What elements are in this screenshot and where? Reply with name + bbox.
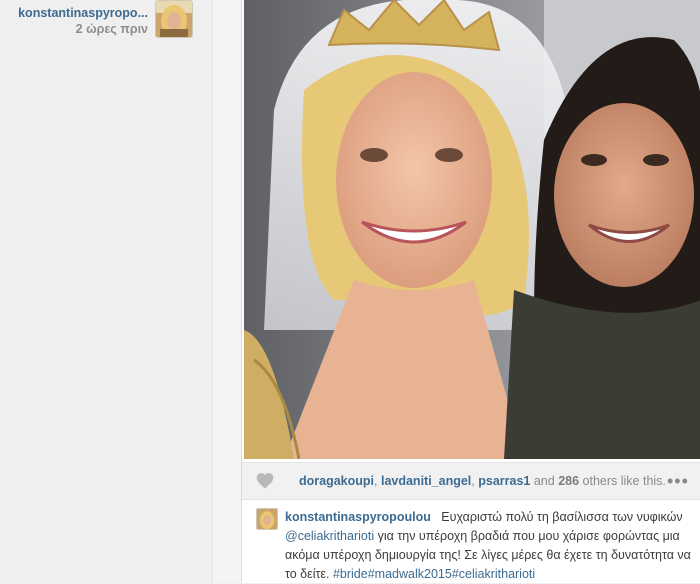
caption-avatar[interactable]: [256, 508, 278, 530]
likes-bar: doragakoupi, lavdaniti_angel, psarras1 a…: [242, 462, 700, 500]
liker-link[interactable]: lavdaniti_angel: [381, 474, 471, 488]
caption-username-link[interactable]: konstantinaspyropoulou: [285, 510, 431, 524]
left-column: konstantinaspyropo... 2 ώρες πριν: [0, 0, 212, 583]
liker-link[interactable]: doragakoupi: [299, 474, 374, 488]
likers-list: doragakoupi, lavdaniti_angel, psarras1 a…: [299, 474, 666, 488]
caption-hashtags[interactable]: #bride#madwalk2015#celiakritharioti: [333, 567, 535, 581]
author-username-link[interactable]: konstantinaspyropo...: [2, 6, 148, 20]
likes-suffix: others like this.: [582, 474, 666, 488]
caption: konstantinaspyropoulou Ευχαριστώ πολύ τη…: [242, 504, 700, 583]
like-count[interactable]: 286: [558, 474, 579, 488]
post-photo[interactable]: [244, 0, 700, 459]
feed-gutter: [212, 0, 241, 583]
caption-text: konstantinaspyropoulou Ευχαριστώ πολύ τη…: [285, 508, 695, 584]
post-timestamp: 2 ώρες πριν: [75, 22, 148, 36]
caption-mention-link[interactable]: @celiakritharioti: [285, 529, 374, 543]
caption-body-part1: Ευχαριστώ πολύ τη βασίλισσα των νυφικών: [441, 510, 683, 524]
heart-icon[interactable]: [255, 471, 275, 491]
liker-link[interactable]: psarras1: [478, 474, 530, 488]
more-dots-icon[interactable]: •••: [667, 471, 689, 492]
post-card: doragakoupi, lavdaniti_angel, psarras1 a…: [241, 0, 700, 583]
author-avatar[interactable]: [155, 0, 193, 38]
post-author: konstantinaspyropo... 2 ώρες πριν: [2, 6, 148, 36]
likes-and: and: [533, 474, 555, 488]
